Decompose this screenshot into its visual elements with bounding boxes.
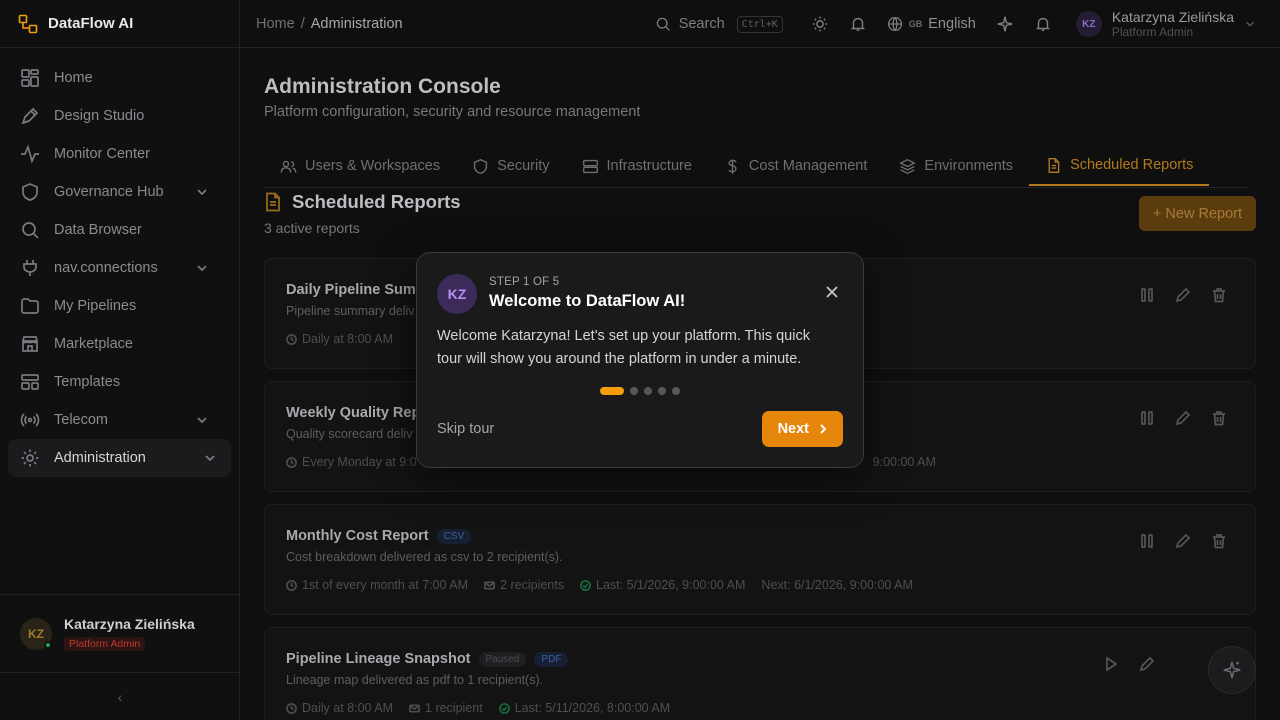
skip-tour-button[interactable]: Skip tour — [437, 421, 494, 437]
progress-dot-active — [600, 387, 624, 395]
avatar: KZ — [437, 274, 477, 314]
tour-title: Welcome to DataFlow AI! — [489, 292, 686, 310]
progress-dot — [644, 387, 652, 395]
tour-progress-dots — [600, 387, 680, 395]
progress-dot — [658, 387, 666, 395]
tour-dialog: KZ STEP 1 OF 5 Welcome to DataFlow AI! W… — [416, 252, 864, 468]
tour-step-label: STEP 1 OF 5 — [489, 276, 560, 288]
next-button-label: Next — [777, 421, 809, 437]
tour-overlay: KZ STEP 1 OF 5 Welcome to DataFlow AI! W… — [0, 0, 1280, 720]
app-root: DataFlow AI Home Design Studio Monitor C… — [0, 0, 1280, 720]
chevron-right-icon — [820, 424, 827, 434]
progress-dot — [672, 387, 680, 395]
tour-body: Welcome Katarzyna! Let's set up your pla… — [437, 328, 810, 367]
next-button[interactable]: Next — [761, 411, 843, 447]
progress-dot — [630, 387, 638, 395]
close-icon[interactable] — [825, 285, 839, 299]
